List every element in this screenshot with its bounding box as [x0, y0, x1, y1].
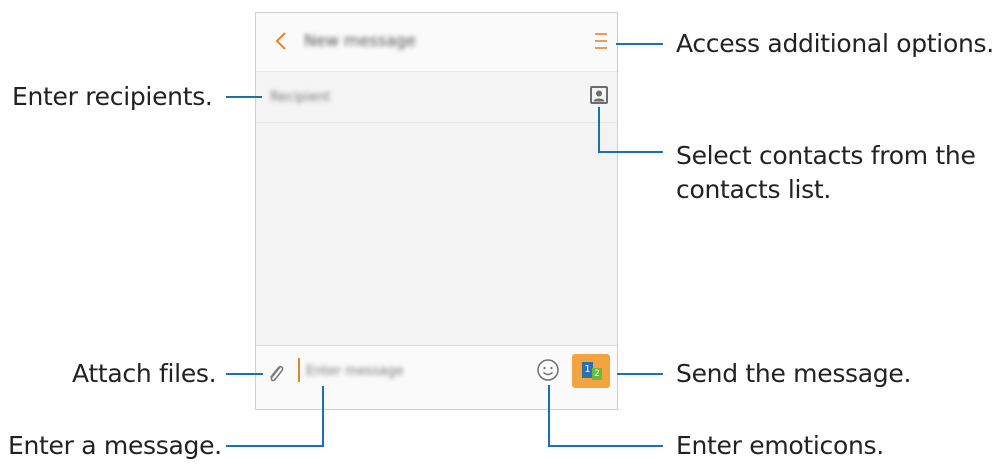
recipient-row: [256, 71, 617, 123]
sim-secondary-badge: 2: [592, 368, 602, 380]
compose-bar: 1 2: [256, 345, 617, 409]
message-input[interactable]: [306, 360, 506, 382]
smiley-icon: [537, 359, 559, 381]
menu-icon: [595, 33, 607, 49]
callout-emoticons: Enter emoticons.: [676, 431, 884, 460]
attach-button[interactable]: [265, 360, 287, 386]
phone-screen: New message Recipient Enter message 1 2: [255, 12, 618, 410]
text-cursor: [298, 358, 300, 382]
callout-contacts-line1: Select contacts from the: [676, 141, 976, 170]
app-header: New message: [256, 13, 617, 71]
more-options-button[interactable]: [592, 30, 610, 52]
callout-message: Enter a message.: [8, 431, 222, 460]
callout-options: Access additional options.: [676, 29, 994, 58]
recipient-input[interactable]: [270, 86, 570, 108]
callout-recipients: Enter recipients.: [12, 82, 213, 111]
callout-send: Send the message.: [676, 359, 912, 388]
contact-icon: [592, 88, 606, 102]
back-button[interactable]: [270, 27, 294, 55]
chevron-left-icon: [275, 32, 286, 50]
send-button[interactable]: 1 2: [572, 354, 610, 388]
callout-contacts-line2: contacts list.: [676, 175, 831, 204]
callout-attach: Attach files.: [72, 359, 217, 388]
paperclip-icon: [270, 365, 284, 382]
emoticon-button[interactable]: [536, 358, 560, 382]
contact-button[interactable]: [590, 86, 608, 104]
page-title: New message: [304, 31, 416, 50]
conversation-area: [256, 123, 617, 345]
